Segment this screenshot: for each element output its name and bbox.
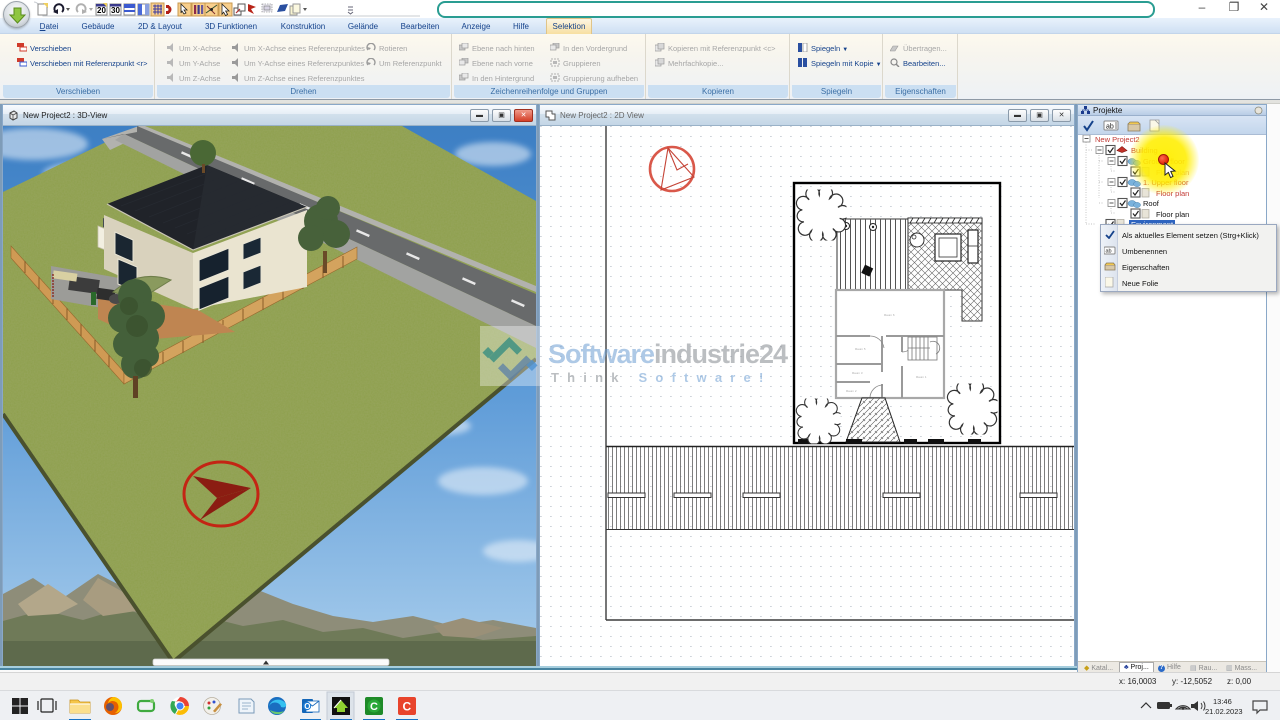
svg-text:13:46: 13:46 [1213, 697, 1232, 706]
svg-text:Raum 6: Raum 6 [884, 313, 895, 317]
svg-text:20: 20 [97, 6, 106, 15]
svg-text:30: 30 [111, 6, 120, 15]
svg-text:ab: ab [1106, 249, 1112, 255]
svg-text:O: O [304, 702, 310, 711]
svg-text:Think Software!: Think Software! [551, 370, 772, 385]
svg-text:21.02.2023: 21.02.2023 [1205, 707, 1243, 716]
svg-text:C: C [403, 700, 412, 714]
svg-text:Softwareindustrie24: Softwareindustrie24 [548, 339, 788, 369]
svg-text:Raum 3: Raum 3 [852, 371, 863, 375]
svg-text:C: C [370, 701, 378, 713]
svg-text:Raum 1: Raum 1 [916, 375, 927, 379]
svg-text:Raum 2: Raum 2 [846, 389, 857, 393]
svg-text:Raum 5: Raum 5 [855, 347, 866, 351]
svg-text:ab: ab [1106, 124, 1114, 131]
